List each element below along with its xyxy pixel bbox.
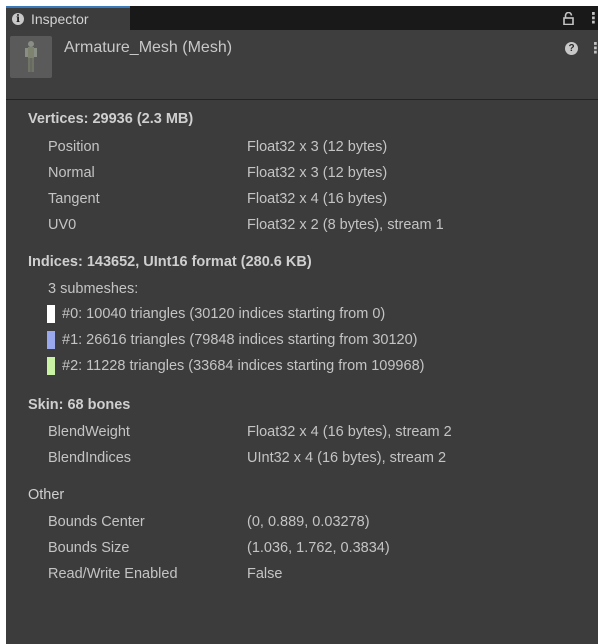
property-name: Bounds Center [48, 514, 145, 530]
tab-inspector[interactable]: i Inspector [6, 6, 130, 30]
attribute-format: Float32 x 4 (16 bytes), stream 2 [247, 424, 452, 440]
attribute-format: Float32 x 3 (12 bytes) [247, 165, 388, 181]
submesh-text: #0: 10040 triangles (30120 indices start… [62, 306, 386, 322]
skin-title: Skin: 68 bones [28, 397, 131, 413]
lock-icon[interactable] [563, 11, 574, 25]
submesh-color-swatch [47, 357, 55, 375]
tab-label: Inspector [31, 11, 89, 27]
property-name: Read/Write Enabled [48, 566, 178, 582]
character-preview-icon [25, 41, 37, 72]
attribute-name: Normal [48, 165, 95, 181]
attribute-name: Tangent [48, 191, 100, 207]
component-menu-icon[interactable]: ⋮ [588, 41, 598, 56]
submesh-item: #2: 11228 triangles (33684 indices start… [47, 357, 424, 375]
attribute-name: Position [48, 139, 100, 155]
info-icon: i [12, 13, 24, 25]
submesh-color-swatch [47, 331, 55, 349]
tab-bar: i Inspector ⋮ [6, 6, 598, 30]
indices-title: Indices: 143652, UInt16 format (280.6 KB… [28, 254, 312, 270]
vertices-title: Vertices: 29936 (2.3 MB) [28, 111, 194, 127]
attribute-format: Float32 x 3 (12 bytes) [247, 139, 388, 155]
tab-actions: ⋮ [563, 6, 598, 30]
submesh-item: #1: 26616 triangles (79848 indices start… [47, 331, 417, 349]
tab-menu-icon[interactable]: ⋮ [586, 11, 598, 26]
submesh-item: #0: 10040 triangles (30120 indices start… [47, 305, 385, 323]
property-value: (0, 0.889, 0.03278) [247, 514, 370, 530]
submesh-text: #2: 11228 triangles (33684 indices start… [62, 358, 425, 374]
attribute-format: Float32 x 4 (16 bytes) [247, 191, 388, 207]
attribute-format: UInt32 x 4 (16 bytes), stream 2 [247, 450, 447, 466]
attribute-name: BlendWeight [48, 424, 130, 440]
attribute-format: Float32 x 2 (8 bytes), stream 1 [247, 217, 444, 233]
property-value: (1.036, 1.762, 0.3834) [247, 540, 390, 556]
submesh-text: #1: 26616 triangles (79848 indices start… [62, 332, 418, 348]
inspector-window: i Inspector ⋮ Armature_Mesh (Mesh) ? ⋮ V… [6, 6, 598, 644]
submesh-color-swatch [47, 305, 55, 323]
property-value: False [247, 566, 283, 582]
inspector-header: Armature_Mesh (Mesh) ? ⋮ [6, 30, 598, 100]
attribute-name: BlendIndices [48, 450, 132, 466]
mesh-thumbnail [10, 36, 52, 78]
asset-title: Armature_Mesh (Mesh) [64, 39, 233, 56]
attribute-name: UV0 [48, 217, 77, 233]
other-title: Other [28, 487, 65, 503]
header-actions: ? ⋮ [565, 41, 598, 56]
submesh-count: 3 submeshes: [48, 281, 139, 297]
help-icon[interactable]: ? [565, 42, 578, 55]
property-name: Bounds Size [48, 540, 130, 556]
